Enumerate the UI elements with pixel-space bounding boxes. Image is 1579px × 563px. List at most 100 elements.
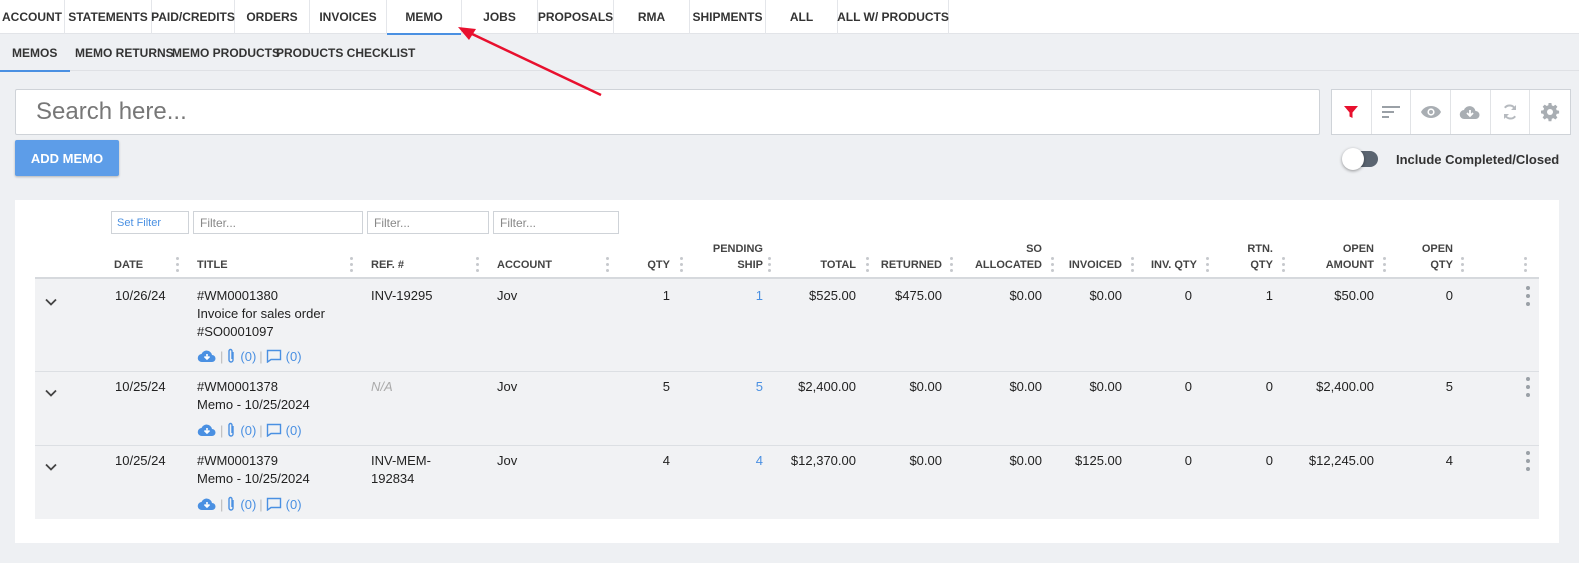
- comment-icon[interactable]: [266, 349, 282, 363]
- cell-returned: $475.00: [895, 288, 942, 303]
- comment-icon[interactable]: [266, 497, 282, 511]
- cloud-download-icon[interactable]: [197, 497, 217, 511]
- col-header-pending-ship[interactable]: PENDING SHIP: [695, 241, 763, 273]
- cell-date: 10/25/24: [115, 379, 166, 394]
- tab-all[interactable]: ALL: [766, 0, 838, 34]
- set-filter-button[interactable]: Set Filter: [111, 211, 189, 234]
- gear-icon[interactable]: [1530, 90, 1570, 134]
- col-header-title[interactable]: TITLE: [197, 257, 228, 273]
- subtab-memo-returns[interactable]: MEMO RETURNS: [70, 35, 174, 71]
- tab-shipments[interactable]: SHIPMENTS: [690, 0, 766, 34]
- separator: |: [259, 496, 263, 512]
- col-header-returned[interactable]: RETURNED: [874, 257, 942, 273]
- attachments-count[interactable]: (0): [240, 423, 256, 438]
- row-menu-icon[interactable]: [1525, 377, 1531, 399]
- account-filter-input[interactable]: Filter...: [493, 211, 619, 234]
- col-header-account[interactable]: ACCOUNT: [497, 257, 552, 273]
- subtab-memos[interactable]: MEMOS: [0, 35, 70, 72]
- paperclip-icon[interactable]: [226, 422, 236, 438]
- include-completed-toggle[interactable]: [1342, 148, 1378, 170]
- cell-total: $525.00: [809, 288, 856, 303]
- cell-pending-ship-link[interactable]: 4: [705, 452, 763, 470]
- comments-count[interactable]: (0): [286, 349, 302, 364]
- column-resize-handle[interactable]: [349, 257, 353, 273]
- comment-icon[interactable]: [266, 423, 282, 437]
- cell-pending-ship-link[interactable]: 1: [705, 287, 763, 305]
- tab-memo[interactable]: MEMO: [387, 0, 462, 35]
- search-input[interactable]: Search here...: [15, 89, 1320, 135]
- cell-account: Jov: [497, 288, 518, 303]
- chevron-down-icon[interactable]: [44, 295, 58, 309]
- paperclip-icon[interactable]: [226, 496, 236, 512]
- chevron-down-icon[interactable]: [44, 386, 58, 400]
- col-header-date[interactable]: DATE: [114, 257, 143, 273]
- column-resize-handle[interactable]: [1281, 257, 1285, 273]
- attachments-count[interactable]: (0): [240, 349, 256, 364]
- chevron-down-icon[interactable]: [44, 460, 58, 474]
- column-resize-handle[interactable]: [605, 257, 609, 273]
- tab-invoices[interactable]: INVOICES: [310, 0, 387, 34]
- col-header-qty[interactable]: QTY: [620, 257, 670, 273]
- col-header-rtn-qty[interactable]: RTN. QTY: [1225, 241, 1273, 273]
- column-resize-handle[interactable]: [1523, 257, 1527, 273]
- column-resize-handle[interactable]: [1460, 257, 1464, 273]
- cell-title[interactable]: #WM0001378 Memo - 10/25/2024: [197, 378, 310, 414]
- tab-all-with-products[interactable]: ALL W/ PRODUCTS: [837, 0, 949, 34]
- col-header-ref[interactable]: REF. #: [371, 257, 404, 273]
- column-resize-handle[interactable]: [679, 257, 683, 273]
- column-resize-handle[interactable]: [1050, 257, 1054, 273]
- cell-returned: $0.00: [909, 453, 942, 468]
- col-header-open-amount[interactable]: OPEN AMOUNT: [1304, 241, 1374, 273]
- column-resize-handle[interactable]: [1130, 257, 1134, 273]
- tab-statements[interactable]: STATEMENTS: [65, 0, 152, 34]
- header-line-2: QTY: [1250, 259, 1273, 271]
- column-resize-handle[interactable]: [475, 257, 479, 273]
- subtab-memo-products[interactable]: MEMO PRODUCTS: [167, 35, 280, 71]
- cloud-download-icon[interactable]: [197, 423, 217, 437]
- header-line-2: QTY: [1430, 259, 1453, 271]
- column-resize-handle[interactable]: [949, 257, 953, 273]
- attachments-count[interactable]: (0): [240, 497, 256, 512]
- table-row[interactable]: 10/26/24 #WM0001380 Invoice for sales ord…: [35, 279, 1539, 372]
- cell-invoiced: $0.00: [1089, 379, 1122, 394]
- col-header-invoiced[interactable]: INVOICED: [1060, 257, 1122, 273]
- cloud-download-icon[interactable]: [1451, 90, 1491, 134]
- paperclip-icon[interactable]: [226, 348, 236, 364]
- column-resize-handle[interactable]: [767, 257, 771, 273]
- cell-pending-ship-link[interactable]: 5: [705, 378, 763, 396]
- column-resize-handle[interactable]: [175, 257, 179, 273]
- refresh-icon[interactable]: [1491, 90, 1531, 134]
- tab-orders[interactable]: ORDERS: [235, 0, 310, 34]
- table-row[interactable]: 10/25/24 #WM0001379 Memo - 10/25/2024 INV…: [35, 446, 1539, 519]
- tab-jobs[interactable]: JOBS: [462, 0, 538, 34]
- col-header-inv-qty[interactable]: INV. QTY: [1140, 257, 1197, 273]
- col-header-open-qty[interactable]: OPEN QTY: [1402, 241, 1453, 273]
- tab-account[interactable]: ACCOUNT: [0, 0, 65, 34]
- add-memo-button[interactable]: ADD MEMO: [15, 140, 119, 176]
- tab-proposals[interactable]: PROPOSALS: [538, 0, 614, 34]
- col-header-total[interactable]: TOTAL: [790, 257, 856, 273]
- ref-line: 192834: [371, 471, 415, 486]
- title-filter-input[interactable]: Filter...: [193, 211, 363, 234]
- eye-icon[interactable]: [1411, 90, 1452, 134]
- tab-rma[interactable]: RMA: [614, 0, 690, 34]
- row-menu-icon[interactable]: [1525, 451, 1531, 473]
- column-resize-handle[interactable]: [1205, 257, 1209, 273]
- title-line: #WM0001380: [197, 288, 278, 303]
- table-row[interactable]: 10/25/24 #WM0001378 Memo - 10/25/2024 N/A…: [35, 372, 1539, 446]
- cell-title[interactable]: #WM0001379 Memo - 10/25/2024: [197, 452, 310, 488]
- subtab-products-checklist[interactable]: PRODUCTS CHECKLIST: [272, 35, 415, 71]
- cell-title[interactable]: #WM0001380 Invoice for sales order #SO0001…: [197, 287, 325, 341]
- comments-count[interactable]: (0): [286, 497, 302, 512]
- col-header-so-allocated[interactable]: SO ALLOCATED: [970, 241, 1042, 273]
- cloud-download-icon[interactable]: [197, 349, 217, 363]
- column-resize-handle[interactable]: [865, 257, 869, 273]
- row-menu-icon[interactable]: [1525, 286, 1531, 308]
- tab-paid-credits[interactable]: PAID/CREDITS: [151, 0, 235, 34]
- sort-icon[interactable]: [1372, 90, 1412, 134]
- comments-count[interactable]: (0): [286, 423, 302, 438]
- cell-qty: 5: [662, 379, 670, 394]
- column-resize-handle[interactable]: [1382, 257, 1386, 273]
- filter-icon[interactable]: [1332, 90, 1372, 134]
- ref-filter-input[interactable]: Filter...: [367, 211, 489, 234]
